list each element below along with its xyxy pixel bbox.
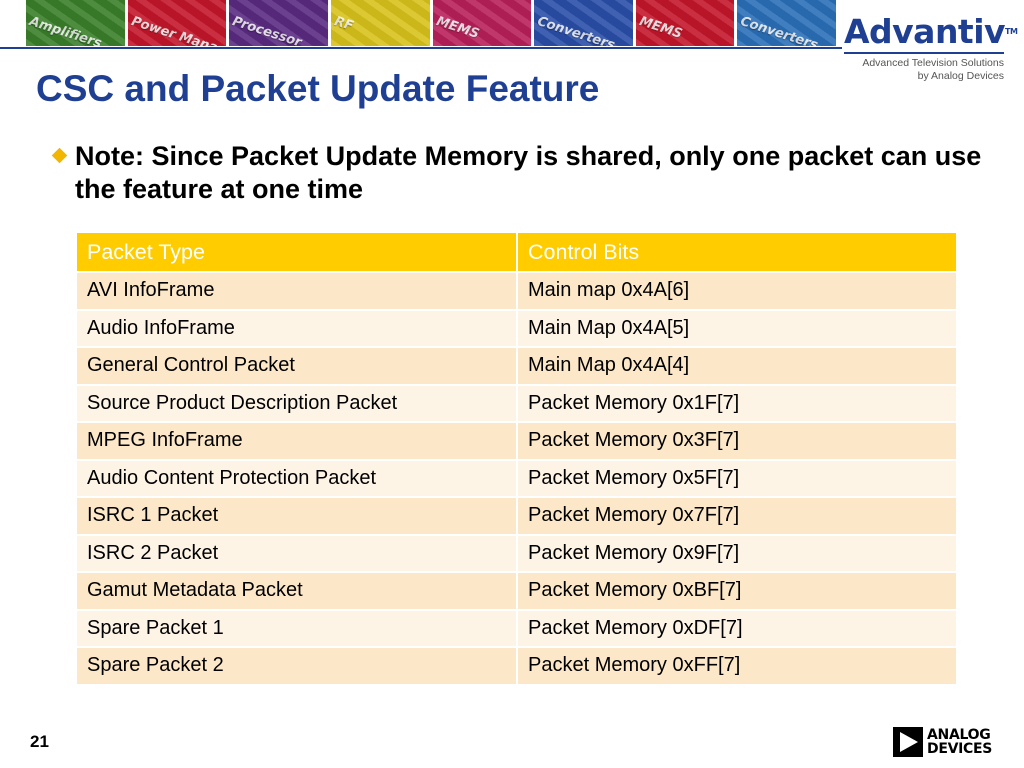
page-number: 21 xyxy=(30,732,49,751)
control-bits-cell: Packet Memory 0x7F[7] xyxy=(518,498,956,534)
control-bits-cell: Packet Memory 0x5F[7] xyxy=(518,460,956,496)
banner-tile-label: Processor xyxy=(230,14,304,46)
advantiv-logo: AdvantivTM Advanced Television Solutions… xyxy=(844,12,1018,83)
table-row: ISRC 2 Packet Packet Memory 0x9F[7] xyxy=(77,535,956,571)
banner-tile: Processor xyxy=(229,0,328,46)
table-row: Source Product Description Packet Packet … xyxy=(77,385,956,421)
banner-tile: Power Management xyxy=(127,0,227,46)
packet-type-cell: Spare Packet 1 xyxy=(77,610,518,646)
column-header-control-bits: Control Bits xyxy=(518,233,956,271)
banner-divider xyxy=(0,47,842,49)
table-row: Spare Packet 2 Packet Memory 0xFF[7] xyxy=(77,648,956,684)
banner-tile-label: Converters xyxy=(738,14,821,46)
packet-type-cell: ISRC 1 Packet xyxy=(77,498,518,534)
banner-tile: Converters xyxy=(737,0,836,46)
logo-tagline: Advanced Television Solutions by Analog … xyxy=(862,57,1004,82)
logo-wordmark: AdvantivTM xyxy=(844,12,1018,51)
control-bits-cell: Packet Memory 0x3F[7] xyxy=(518,423,956,459)
analog-devices-triangle-icon xyxy=(893,727,923,757)
control-bits-cell: Packet Memory 0x9F[7] xyxy=(518,535,956,571)
table-row: General Control Packet Main Map 0x4A[4] xyxy=(77,348,956,384)
banner-tile: RF xyxy=(330,0,430,46)
banner-tile-label: Amplifiers xyxy=(27,14,104,46)
packet-type-cell: General Control Packet xyxy=(77,348,518,384)
packet-type-cell: MPEG InfoFrame xyxy=(77,423,518,459)
analog-devices-wordmark: ANALOG DEVICES xyxy=(927,727,993,757)
slide-title: CSC and Packet Update Feature xyxy=(36,68,600,109)
packet-type-cell: Audio Content Protection Packet xyxy=(77,460,518,496)
control-bits-cell: Packet Memory 0x1F[7] xyxy=(518,385,956,421)
table-row: ISRC 1 Packet Packet Memory 0x7F[7] xyxy=(77,498,956,534)
analog-devices-logo: ANALOG DEVICES xyxy=(893,727,992,757)
banner-tile: MEMS xyxy=(635,0,735,46)
column-header-packet-type: Packet Type xyxy=(77,233,518,271)
table-row: Spare Packet 1 Packet Memory 0xDF[7] xyxy=(77,610,956,646)
packet-type-cell: ISRC 2 Packet xyxy=(77,535,518,571)
banner-tile: MEMS xyxy=(432,0,532,46)
table-row: AVI InfoFrame Main map 0x4A[6] xyxy=(77,273,956,309)
banner-tile-label: Power Management xyxy=(128,14,226,46)
table-row: Audio InfoFrame Main Map 0x4A[5] xyxy=(77,310,956,346)
control-bits-cell: Main map 0x4A[6] xyxy=(518,273,956,309)
control-bits-cell: Packet Memory 0xFF[7] xyxy=(518,648,956,684)
control-bits-cell: Main Map 0x4A[5] xyxy=(518,310,956,346)
packet-type-cell: Gamut Metadata Packet xyxy=(77,573,518,609)
packet-type-cell: Spare Packet 2 xyxy=(77,648,518,684)
banner-tile: Amplifiers xyxy=(26,0,125,46)
control-bits-cell: Packet Memory 0xBF[7] xyxy=(518,573,956,609)
logo-rule xyxy=(844,52,1004,54)
table-header-row: Packet Type Control Bits xyxy=(77,233,956,271)
note-text: Note: Since Packet Update Memory is shar… xyxy=(75,141,982,204)
banner-tile-label: Converters xyxy=(535,14,617,46)
packet-type-cell: Source Product Description Packet xyxy=(77,385,518,421)
table-row: Audio Content Protection Packet Packet Me… xyxy=(77,460,956,496)
table-row: MPEG InfoFrame Packet Memory 0x3F[7] xyxy=(77,423,956,459)
banner-tile-label: MEMS xyxy=(433,14,481,42)
packet-type-cell: Audio InfoFrame xyxy=(77,310,518,346)
banner-tile-label: RF xyxy=(332,14,355,35)
banner-tile-label: MEMS xyxy=(637,14,684,42)
control-bits-cell: Packet Memory 0xDF[7] xyxy=(518,610,956,646)
table-row: Gamut Metadata Packet Packet Memory 0xBF[… xyxy=(77,573,956,609)
packet-type-cell: AVI InfoFrame xyxy=(77,273,518,309)
banner-tile: Converters xyxy=(534,0,633,46)
header-banner: Amplifiers Power ManagementProcessor RF MEM… xyxy=(26,0,836,46)
diamond-bullet-icon xyxy=(51,147,68,164)
control-bits-cell: Main Map 0x4A[4] xyxy=(518,348,956,384)
note-bullet: Note: Since Packet Update Memory is shar… xyxy=(50,140,1010,206)
packet-control-table: Packet Type Control Bits AVI InfoFrame Ma… xyxy=(77,231,956,686)
